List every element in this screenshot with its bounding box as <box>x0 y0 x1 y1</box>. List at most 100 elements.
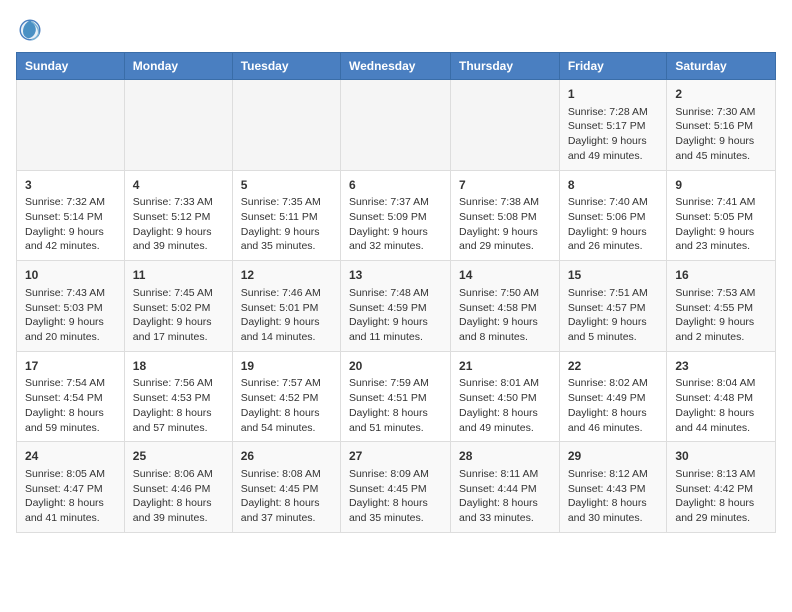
calendar-cell: 8Sunrise: 7:40 AMSunset: 5:06 PMDaylight… <box>559 170 667 261</box>
cell-content: Sunset: 5:08 PM <box>459 210 551 225</box>
cell-content: Sunset: 4:58 PM <box>459 301 551 316</box>
day-number: 29 <box>568 448 659 465</box>
cell-content: Sunset: 4:48 PM <box>675 391 767 406</box>
calendar-cell: 21Sunrise: 8:01 AMSunset: 4:50 PMDayligh… <box>451 351 560 442</box>
calendar-week-row: 1Sunrise: 7:28 AMSunset: 5:17 PMDaylight… <box>17 80 776 171</box>
calendar-cell: 13Sunrise: 7:48 AMSunset: 4:59 PMDayligh… <box>340 261 450 352</box>
cell-content: Sunset: 4:57 PM <box>568 301 659 316</box>
cell-content: Sunrise: 7:40 AM <box>568 195 659 210</box>
calendar-cell: 4Sunrise: 7:33 AMSunset: 5:12 PMDaylight… <box>124 170 232 261</box>
cell-content: Sunrise: 8:12 AM <box>568 467 659 482</box>
day-number: 25 <box>133 448 224 465</box>
cell-content: Daylight: 8 hours and 29 minutes. <box>675 496 767 525</box>
calendar-cell: 26Sunrise: 8:08 AMSunset: 4:45 PMDayligh… <box>232 442 340 533</box>
cell-content: Sunset: 4:44 PM <box>459 482 551 497</box>
cell-content: Sunset: 4:46 PM <box>133 482 224 497</box>
calendar-table: SundayMondayTuesdayWednesdayThursdayFrid… <box>16 52 776 533</box>
cell-content: Daylight: 8 hours and 44 minutes. <box>675 406 767 435</box>
day-number: 26 <box>241 448 332 465</box>
cell-content: Daylight: 8 hours and 41 minutes. <box>25 496 116 525</box>
day-header-wednesday: Wednesday <box>340 53 450 80</box>
calendar-cell: 23Sunrise: 8:04 AMSunset: 4:48 PMDayligh… <box>667 351 776 442</box>
calendar-cell <box>17 80 125 171</box>
calendar-cell: 15Sunrise: 7:51 AMSunset: 4:57 PMDayligh… <box>559 261 667 352</box>
cell-content: Daylight: 8 hours and 33 minutes. <box>459 496 551 525</box>
day-number: 24 <box>25 448 116 465</box>
day-number: 19 <box>241 358 332 375</box>
day-number: 5 <box>241 177 332 194</box>
cell-content: Daylight: 9 hours and 26 minutes. <box>568 225 659 254</box>
cell-content: Sunrise: 7:33 AM <box>133 195 224 210</box>
cell-content: Sunset: 5:01 PM <box>241 301 332 316</box>
logo <box>16 16 48 44</box>
calendar-cell: 30Sunrise: 8:13 AMSunset: 4:42 PMDayligh… <box>667 442 776 533</box>
cell-content: Sunset: 4:54 PM <box>25 391 116 406</box>
day-header-friday: Friday <box>559 53 667 80</box>
cell-content: Daylight: 9 hours and 32 minutes. <box>349 225 442 254</box>
cell-content: Sunset: 5:03 PM <box>25 301 116 316</box>
cell-content: Daylight: 9 hours and 45 minutes. <box>675 134 767 163</box>
cell-content: Sunset: 4:47 PM <box>25 482 116 497</box>
day-header-sunday: Sunday <box>17 53 125 80</box>
cell-content: Sunrise: 7:48 AM <box>349 286 442 301</box>
cell-content: Sunrise: 8:11 AM <box>459 467 551 482</box>
calendar-cell: 19Sunrise: 7:57 AMSunset: 4:52 PMDayligh… <box>232 351 340 442</box>
cell-content: Sunset: 5:17 PM <box>568 119 659 134</box>
cell-content: Sunrise: 7:53 AM <box>675 286 767 301</box>
cell-content: Sunrise: 8:08 AM <box>241 467 332 482</box>
day-number: 4 <box>133 177 224 194</box>
calendar-cell <box>451 80 560 171</box>
cell-content: Sunrise: 7:30 AM <box>675 105 767 120</box>
calendar-cell: 1Sunrise: 7:28 AMSunset: 5:17 PMDaylight… <box>559 80 667 171</box>
cell-content: Daylight: 9 hours and 11 minutes. <box>349 315 442 344</box>
calendar-week-row: 10Sunrise: 7:43 AMSunset: 5:03 PMDayligh… <box>17 261 776 352</box>
cell-content: Daylight: 8 hours and 49 minutes. <box>459 406 551 435</box>
calendar-cell: 28Sunrise: 8:11 AMSunset: 4:44 PMDayligh… <box>451 442 560 533</box>
calendar-cell: 3Sunrise: 7:32 AMSunset: 5:14 PMDaylight… <box>17 170 125 261</box>
cell-content: Sunset: 4:45 PM <box>349 482 442 497</box>
cell-content: Sunrise: 7:57 AM <box>241 376 332 391</box>
calendar-cell: 7Sunrise: 7:38 AMSunset: 5:08 PMDaylight… <box>451 170 560 261</box>
cell-content: Daylight: 8 hours and 39 minutes. <box>133 496 224 525</box>
cell-content: Sunrise: 7:45 AM <box>133 286 224 301</box>
cell-content: Sunset: 4:53 PM <box>133 391 224 406</box>
cell-content: Sunset: 5:02 PM <box>133 301 224 316</box>
cell-content: Daylight: 8 hours and 51 minutes. <box>349 406 442 435</box>
day-number: 30 <box>675 448 767 465</box>
calendar-cell: 17Sunrise: 7:54 AMSunset: 4:54 PMDayligh… <box>17 351 125 442</box>
calendar-week-row: 24Sunrise: 8:05 AMSunset: 4:47 PMDayligh… <box>17 442 776 533</box>
cell-content: Sunset: 5:09 PM <box>349 210 442 225</box>
cell-content: Daylight: 8 hours and 35 minutes. <box>349 496 442 525</box>
cell-content: Sunset: 4:49 PM <box>568 391 659 406</box>
day-number: 8 <box>568 177 659 194</box>
day-number: 12 <box>241 267 332 284</box>
day-number: 21 <box>459 358 551 375</box>
cell-content: Sunrise: 8:04 AM <box>675 376 767 391</box>
cell-content: Sunset: 5:05 PM <box>675 210 767 225</box>
day-number: 27 <box>349 448 442 465</box>
cell-content: Daylight: 8 hours and 57 minutes. <box>133 406 224 435</box>
cell-content: Sunrise: 7:35 AM <box>241 195 332 210</box>
day-header-thursday: Thursday <box>451 53 560 80</box>
cell-content: Sunset: 4:50 PM <box>459 391 551 406</box>
cell-content: Sunset: 4:43 PM <box>568 482 659 497</box>
day-number: 14 <box>459 267 551 284</box>
calendar-cell: 29Sunrise: 8:12 AMSunset: 4:43 PMDayligh… <box>559 442 667 533</box>
day-number: 22 <box>568 358 659 375</box>
day-header-monday: Monday <box>124 53 232 80</box>
day-number: 20 <box>349 358 442 375</box>
cell-content: Daylight: 9 hours and 42 minutes. <box>25 225 116 254</box>
calendar-cell: 20Sunrise: 7:59 AMSunset: 4:51 PMDayligh… <box>340 351 450 442</box>
cell-content: Daylight: 9 hours and 17 minutes. <box>133 315 224 344</box>
cell-content: Daylight: 9 hours and 23 minutes. <box>675 225 767 254</box>
day-number: 16 <box>675 267 767 284</box>
cell-content: Sunrise: 8:06 AM <box>133 467 224 482</box>
cell-content: Daylight: 8 hours and 54 minutes. <box>241 406 332 435</box>
cell-content: Sunrise: 7:32 AM <box>25 195 116 210</box>
cell-content: Sunrise: 7:28 AM <box>568 105 659 120</box>
day-number: 3 <box>25 177 116 194</box>
cell-content: Sunset: 4:52 PM <box>241 391 332 406</box>
day-number: 7 <box>459 177 551 194</box>
logo-icon <box>16 16 44 44</box>
cell-content: Sunrise: 7:59 AM <box>349 376 442 391</box>
